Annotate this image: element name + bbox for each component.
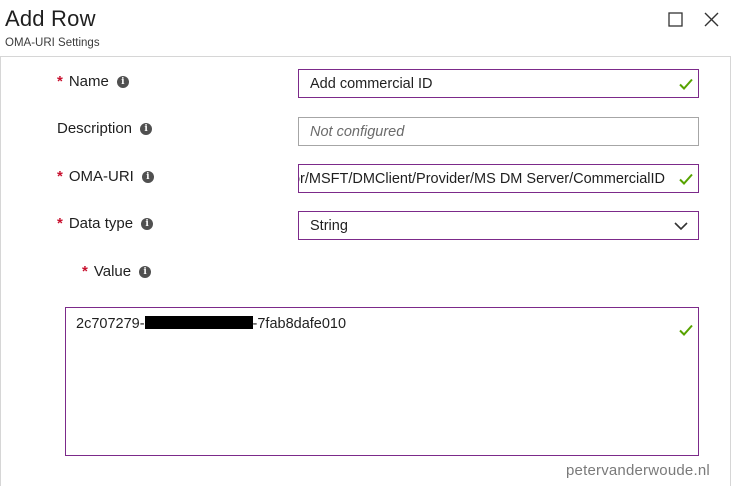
description-label-text: Description [57,120,133,137]
required-marker: * [57,215,63,232]
chevron-down-icon [674,221,688,230]
data-type-label-text: Data type [68,215,134,232]
redaction-block [144,316,253,329]
info-icon[interactable]: i [116,75,129,88]
blade-header: Add Row OMA-URI Settings [0,0,731,57]
info-icon[interactable]: i [140,122,153,135]
watermark: petervanderwoude.nl [566,462,710,479]
value-textarea[interactable]: 2c707279- -7fab8dafe010 [65,307,699,456]
value-suffix: -7fab8dafe010 [252,316,347,332]
info-icon[interactable]: i [141,217,154,230]
required-marker: * [57,168,63,185]
required-marker: * [57,73,63,90]
name-input-value: Add commercial ID [310,75,433,92]
name-input[interactable]: Add commercial ID [298,69,699,98]
description-label: Description i [57,120,153,137]
value-label: * Value i [82,263,152,280]
close-icon [704,12,718,26]
description-input[interactable]: Not configured [298,117,699,146]
info-icon[interactable]: i [139,265,152,278]
valid-check-icon [679,324,693,336]
data-type-selected: String [310,217,348,234]
valid-check-icon [679,78,693,90]
oma-uri-input[interactable]: ./Vendor/MSFT/DMClient/Provider/MS DM Se… [298,164,699,193]
info-icon[interactable]: i [141,170,154,183]
maximize-button[interactable] [663,8,687,30]
description-placeholder: Not configured [310,123,405,140]
value-prefix: 2c707279- [76,316,145,332]
oma-uri-label: * OMA-URI i [57,168,154,185]
required-marker: * [82,263,88,280]
close-button[interactable] [699,8,723,30]
blade-left-border [0,57,1,486]
blade-subtitle: OMA-URI Settings [5,37,100,49]
blade-title: Add Row [5,6,96,31]
maximize-icon [667,11,683,27]
valid-check-icon [679,173,693,185]
oma-uri-input-value: ./Vendor/MSFT/DMClient/Provider/MS DM Se… [299,170,665,187]
value-label-text: Value [93,263,132,280]
data-type-label: * Data type i [57,215,154,232]
name-label: * Name i [57,73,129,90]
data-type-select[interactable]: String [298,211,699,240]
oma-uri-label-text: OMA-URI [68,168,134,185]
name-label-text: Name [68,73,109,90]
